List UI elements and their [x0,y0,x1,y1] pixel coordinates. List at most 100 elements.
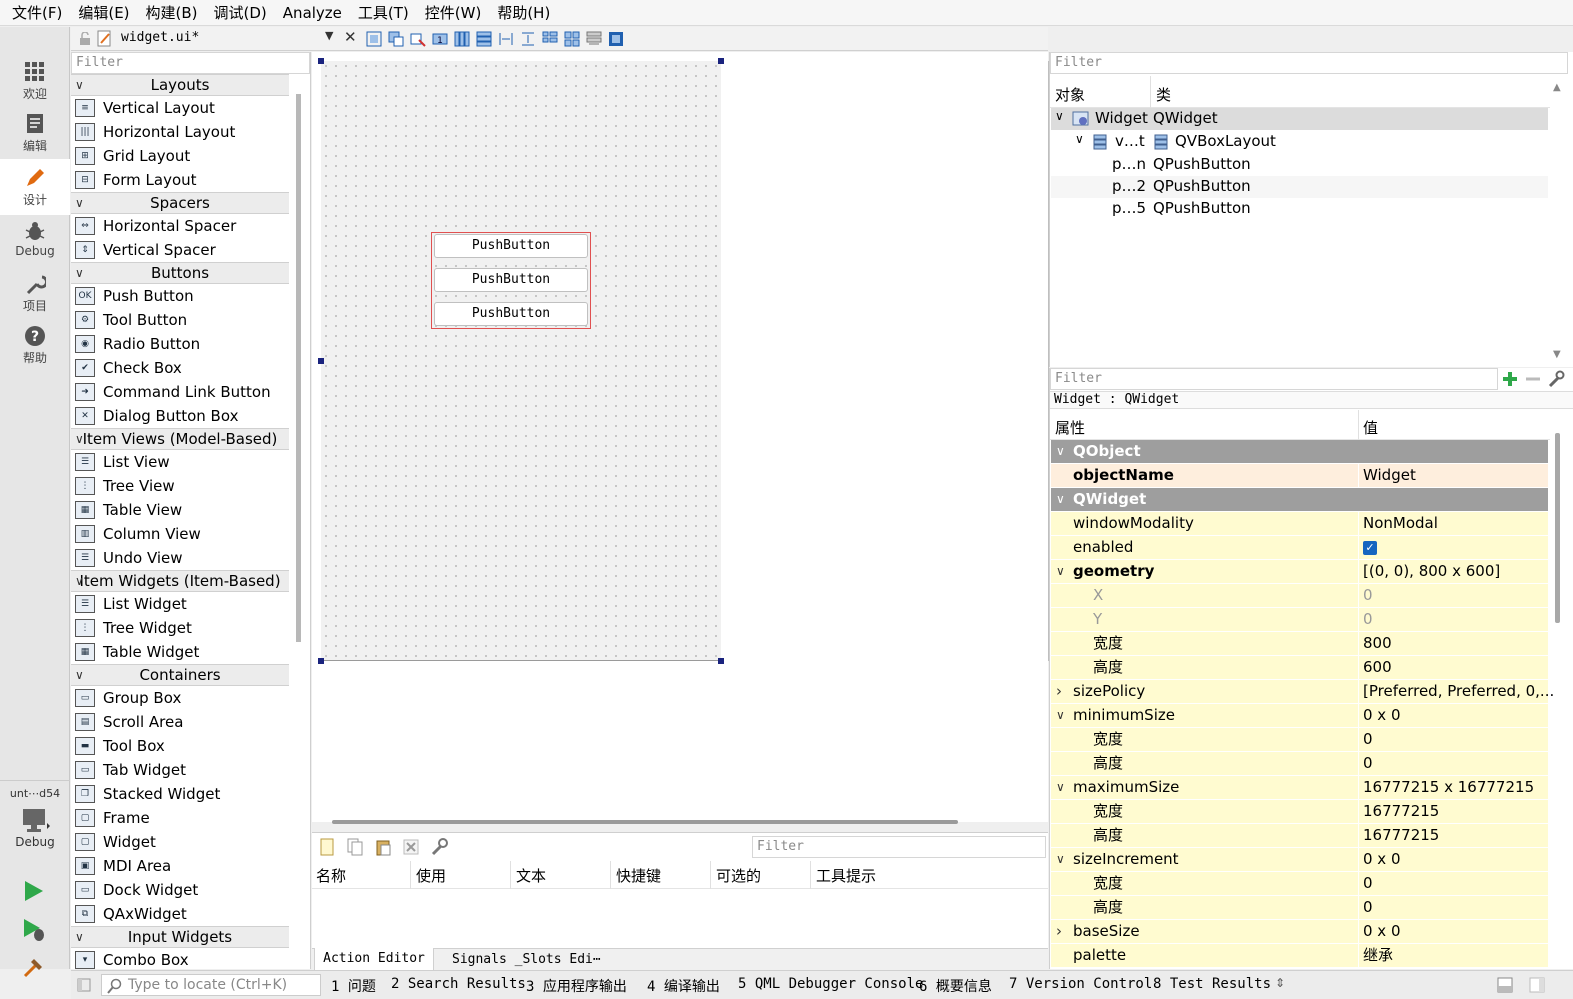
widget-item[interactable]: ⧉ QAxWidget [71,902,289,926]
tree-row[interactable]: p…2 QPushButton [1051,176,1548,198]
widget-category[interactable]: ∨ Buttons [71,262,289,284]
widget-item[interactable]: ▤ Scroll Area [71,710,289,734]
property-value[interactable]: 继承 [1363,944,1393,967]
property-value[interactable]: 0 [1363,896,1373,919]
property-value[interactable]: 0 x 0 [1363,920,1401,943]
widget-item[interactable]: ▭ Group Box [71,686,289,710]
property-value[interactable]: 0 [1363,752,1373,775]
action-column-header[interactable]: 快捷键 [616,865,661,886]
scroll-down-icon[interactable]: ▼ [1553,349,1561,360]
widget-item[interactable]: ▾ Combo Box [71,948,289,969]
enabled-checkbox[interactable]: ✓ [1363,541,1377,555]
col-class[interactable]: 类 [1156,84,1171,105]
widget-item[interactable]: ☰ List View [71,450,289,474]
layout-vertical-icon[interactable] [475,30,493,48]
remove-dynamic-property-icon[interactable] [1524,370,1542,388]
property-value[interactable]: 16777215 [1363,824,1439,847]
chevron-down-icon[interactable]: ∨ [1056,848,1065,871]
widget-item[interactable]: ▣ MDI Area [71,854,289,878]
build-button[interactable] [22,955,46,983]
right-sidebar-toggle-icon[interactable] [1529,977,1545,993]
widget-item[interactable]: ▬ Tool Box [71,734,289,758]
property-value[interactable]: [(0, 0), 800 x 600] [1363,560,1500,583]
layout-h-splitter-icon[interactable] [497,30,515,48]
run-button[interactable] [22,879,46,907]
property-value[interactable]: 0 x 0 [1363,848,1401,871]
output-pane-button[interactable]: 1 问题 [331,976,376,996]
chevron-down-icon[interactable]: ∨ [1056,488,1065,511]
widget-item[interactable]: ❐ Stacked Widget [71,782,289,806]
tree-row[interactable]: ∨ v…t QVBoxLayout [1050,131,1550,153]
property-value[interactable]: 16777215 x 16777215 [1363,776,1534,799]
new-action-icon[interactable] [318,838,336,856]
document-dropdown-icon[interactable]: ▼ [325,29,333,42]
property-value[interactable]: [Preferred, Preferred, 0,... [1363,680,1554,703]
widget-item[interactable]: ☰ List Widget [71,592,289,616]
property-row[interactable]: ∨ minimumSize 0 x 0 [1051,704,1548,728]
widget-item[interactable]: ⊟ Form Layout [71,168,289,192]
paste-action-icon[interactable] [374,838,392,856]
property-value[interactable]: 16777215 [1363,800,1439,823]
property-value[interactable]: 0 x 0 [1363,704,1401,727]
property-row[interactable]: 高度 600 [1051,656,1548,680]
output-pane-button[interactable]: 7 Version Control [1009,976,1152,992]
menu-item[interactable]: 工具(T) [350,0,417,26]
widget-item[interactable]: ▢ Frame [71,806,289,830]
form-widget[interactable] [321,61,721,661]
output-pane-button[interactable]: 2 Search Results [391,976,526,992]
col-property[interactable]: 属性 [1055,417,1085,438]
widget-item[interactable]: ▭ Tab Widget [71,758,289,782]
widget-item[interactable]: ⋮ Tree Widget [71,616,289,640]
locator-input[interactable]: Type to locate (Ctrl+K) [101,974,321,996]
toggle-sidebar-icon[interactable] [77,978,91,992]
widget-item[interactable]: ≡ Vertical Layout [71,96,289,120]
menu-item[interactable]: 编辑(E) [70,0,137,26]
adjust-size-icon[interactable] [607,30,625,48]
widget-item[interactable]: ▭ Dock Widget [71,878,289,902]
widget-item[interactable]: OK Push Button [71,284,289,308]
property-row[interactable]: › baseSize 0 x 0 [1051,920,1548,944]
resize-handle[interactable] [318,358,324,364]
property-scrollbar[interactable] [1555,433,1560,623]
property-filter-input[interactable]: Filter [1050,368,1498,390]
property-row[interactable]: 宽度 800 [1051,632,1548,656]
chevron-right-icon[interactable]: › [1056,920,1062,943]
tab-action-editor[interactable]: Action Editor [314,948,434,971]
tree-row[interactable]: p…n QPushButton [1050,154,1550,176]
widget-box-scrollbar[interactable] [296,94,301,642]
widget-item[interactable]: ⊞ Grid Layout [71,144,289,168]
configure-property-icon[interactable] [1547,370,1565,388]
property-row[interactable]: › sizePolicy [Preferred, Preferred, 0,... [1051,680,1554,704]
edit-widgets-icon[interactable] [365,30,383,48]
widget-filter-input[interactable]: Filter [71,52,310,74]
property-value[interactable]: Widget [1363,464,1416,487]
output-pane-button[interactable]: 3 应用程序输出 [526,976,627,996]
close-document-icon[interactable]: ✕ [344,28,357,46]
property-row[interactable]: enabled ✓ [1051,536,1548,560]
col-value[interactable]: 值 [1363,417,1378,438]
widget-category[interactable]: ∨ Input Widgets [71,926,289,948]
chevron-down-icon[interactable]: ∨ [1056,440,1065,463]
push-button[interactable]: PushButton [434,234,588,258]
menu-item[interactable]: 文件(F) [4,0,70,26]
property-row[interactable]: 宽度 16777215 [1051,800,1548,824]
chevron-down-icon[interactable]: ∨ [1056,704,1065,727]
property-row[interactable]: ∨ QWidget [1051,488,1548,512]
edit-signals-icon[interactable] [387,30,405,48]
mode-welcome[interactable]: 欢迎 [0,55,70,107]
widget-item[interactable]: ✔ Check Box [71,356,289,380]
object-filter-input[interactable]: Filter [1050,52,1568,74]
widget-item[interactable]: ⋮ Tree View [71,474,289,498]
property-value[interactable]: 0 [1363,872,1373,895]
mode-design[interactable]: 设计 [0,159,70,215]
widget-item[interactable]: ▥ Column View [71,522,289,546]
mode-edit[interactable]: 编辑 [0,107,70,159]
layout-form-icon[interactable] [541,30,559,48]
menu-item[interactable]: 帮助(H) [489,0,558,26]
action-column-header[interactable]: 可选的 [716,865,761,886]
kit-selector[interactable]: Debug [0,807,70,859]
property-value[interactable]: 0 [1363,584,1373,607]
push-button[interactable]: PushButton [434,302,588,326]
property-row[interactable]: 高度 0 [1051,896,1548,920]
widget-item[interactable]: ◉ Radio Button [71,332,289,356]
